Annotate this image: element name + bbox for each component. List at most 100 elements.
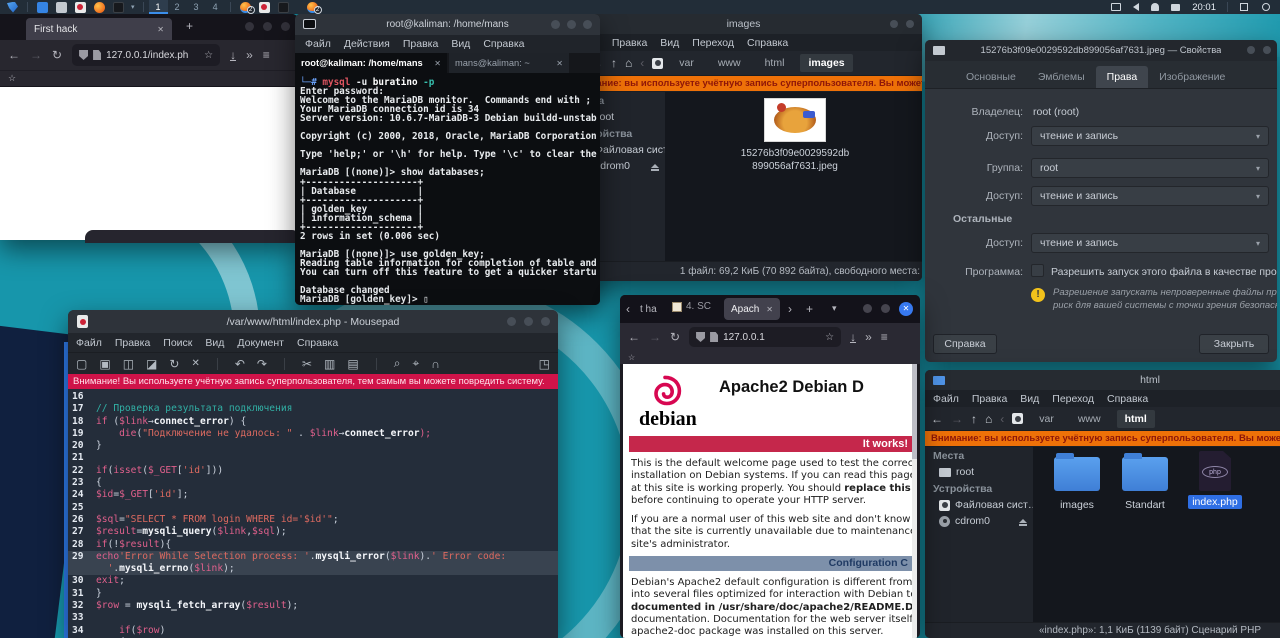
ff1-url-bar[interactable]: 127.0.0.1/index.ph ☆ bbox=[72, 44, 220, 66]
home-icon[interactable]: ⌂ bbox=[625, 56, 632, 70]
overflow-menu-icon[interactable]: » bbox=[246, 48, 253, 62]
close-button[interactable] bbox=[583, 20, 592, 29]
crumb-collapse-icon[interactable]: ‹ bbox=[640, 56, 644, 70]
group-access-dropdown[interactable]: чтение и запись▾ bbox=[1031, 186, 1269, 206]
search-icon[interactable]: ⌕ bbox=[394, 356, 401, 371]
folder-label[interactable]: Standart bbox=[1115, 499, 1175, 511]
tab-list-icon[interactable]: ▾ bbox=[832, 303, 837, 314]
go-to-icon[interactable]: ∩ bbox=[431, 357, 440, 371]
mp-editor[interactable]: 16 17// Проверка результата подключения1… bbox=[68, 389, 558, 638]
folder-item-images[interactable]: images bbox=[1047, 457, 1107, 511]
tab-basic[interactable]: Основные bbox=[955, 66, 1027, 88]
bookmark-icon[interactable]: ☆ bbox=[8, 73, 16, 84]
fm1-title-bar[interactable]: images bbox=[565, 14, 922, 34]
back-icon[interactable]: ← bbox=[931, 412, 943, 426]
breadcrumb-var[interactable]: var bbox=[1031, 410, 1062, 428]
notification-bell-icon[interactable] bbox=[1151, 3, 1159, 11]
close-button[interactable] bbox=[906, 20, 914, 28]
reload-icon[interactable]: ↻ bbox=[169, 357, 179, 371]
eject-icon[interactable] bbox=[651, 164, 659, 168]
terminal-title-bar[interactable]: root@kaliman: /home/mans bbox=[295, 14, 600, 35]
shield-icon[interactable] bbox=[79, 50, 88, 60]
menu-item[interactable]: Справка bbox=[297, 337, 338, 349]
launcher-files-icon[interactable] bbox=[56, 2, 67, 13]
fm1-file-view[interactable]: 15276b3f09e0029592db899056af7631.jpeg bbox=[665, 92, 922, 261]
minimize-button[interactable] bbox=[863, 304, 872, 313]
menu-item[interactable]: Документ bbox=[237, 337, 284, 349]
bookmark-icon[interactable]: ☆ bbox=[628, 353, 635, 362]
menu-item[interactable]: Правка bbox=[403, 38, 438, 50]
menu-item[interactable]: Файл bbox=[305, 38, 331, 50]
back-icon[interactable]: ← bbox=[628, 330, 640, 344]
up-icon[interactable]: ↑ bbox=[971, 412, 977, 426]
taskbar-terminal-icon[interactable] bbox=[278, 2, 289, 13]
close-icon[interactable]: ✕ bbox=[766, 305, 773, 314]
close-dialog-button[interactable]: Закрыть bbox=[1199, 334, 1269, 354]
program-checkbox-label[interactable]: Разрешить запуск этого файла в качестве … bbox=[1051, 266, 1277, 278]
menu-item[interactable]: Переход bbox=[692, 37, 734, 49]
sidebar-item-cdrom[interactable]: cdrom0 bbox=[925, 513, 1033, 529]
taskbar-mousepad-icon[interactable] bbox=[259, 2, 270, 13]
breadcrumb-images[interactable]: images bbox=[800, 54, 852, 72]
forward-icon[interactable]: → bbox=[649, 330, 661, 344]
clock[interactable]: 20:01 bbox=[1192, 2, 1216, 13]
cut-icon[interactable]: ✂ bbox=[302, 357, 312, 371]
tab-image[interactable]: Изображение bbox=[1148, 66, 1236, 88]
breadcrumb-var[interactable]: var bbox=[671, 54, 702, 72]
taskbar-firefox2-icon[interactable]: 2 bbox=[307, 2, 318, 13]
launcher-terminal-icon[interactable] bbox=[113, 2, 124, 13]
maximize-button[interactable] bbox=[524, 317, 533, 326]
app-menu-icon[interactable]: ≡ bbox=[881, 330, 888, 344]
close-icon[interactable]: ✕ bbox=[556, 59, 563, 68]
power-icon[interactable] bbox=[1262, 3, 1270, 11]
new-document-icon[interactable]: ▢ bbox=[76, 357, 87, 371]
package-icon[interactable] bbox=[1240, 3, 1248, 11]
ff2-url[interactable]: 127.0.0.1 bbox=[723, 332, 820, 343]
ff2-page[interactable]: debian Apache2 Debian D It works! This i… bbox=[623, 364, 917, 638]
menu-item[interactable]: Вид bbox=[451, 38, 470, 50]
image-file-name[interactable]: 15276b3f09e0029592db899056af7631.jpeg bbox=[740, 147, 850, 173]
folder-item-standart[interactable]: Standart bbox=[1115, 457, 1175, 511]
sidebar-item-root[interactable]: root bbox=[925, 464, 1033, 480]
close-button[interactable] bbox=[1263, 46, 1271, 54]
file-item-index-php[interactable]: php index.php bbox=[1183, 451, 1247, 510]
terminal-output[interactable]: └─# mysql -u buratino -pEnter password: … bbox=[295, 74, 600, 305]
terminal-tab-inactive[interactable]: mans@kaliman: ~ ✕ bbox=[449, 53, 569, 73]
help-button[interactable]: Справка bbox=[933, 334, 997, 354]
download-icon[interactable]: ↓ bbox=[230, 50, 236, 61]
tab-emblems[interactable]: Эмблемы bbox=[1027, 66, 1096, 88]
mp-title-bar[interactable]: /var/www/html/index.php - Mousepad bbox=[68, 310, 558, 333]
ff2-tab-screenshot[interactable]: 4. SC bbox=[672, 301, 711, 312]
forward-icon[interactable]: → bbox=[951, 412, 963, 426]
props-title-bar[interactable]: 15276b3f09e0029592db899056af7631.jpeg — … bbox=[925, 40, 1277, 61]
crumb-collapse-icon[interactable]: ‹ bbox=[1000, 412, 1004, 426]
menu-item[interactable]: Вид bbox=[1020, 393, 1039, 405]
ff2-tab-partial[interactable]: t ha bbox=[640, 304, 666, 315]
ff1-tab-first-hack[interactable]: First hack ✕ bbox=[26, 18, 172, 40]
menu-item[interactable]: Правка bbox=[612, 37, 647, 49]
menu-item[interactable]: Поиск bbox=[163, 337, 192, 349]
maximize-button[interactable] bbox=[881, 304, 890, 313]
overflow-menu-icon[interactable]: » bbox=[865, 330, 872, 344]
minimize-button[interactable] bbox=[507, 317, 516, 326]
fullscreen-icon[interactable]: ◳ bbox=[539, 357, 550, 371]
group-dropdown[interactable]: root▾ bbox=[1031, 158, 1269, 178]
undo-icon[interactable]: ↶ bbox=[235, 357, 245, 371]
workspace-1[interactable]: 1 bbox=[149, 0, 168, 14]
network-icon[interactable] bbox=[1171, 4, 1180, 11]
ff2-tab-active[interactable]: Apach ✕ bbox=[724, 298, 780, 320]
new-tab-button[interactable]: + bbox=[806, 302, 813, 316]
maximize-button[interactable] bbox=[890, 20, 898, 28]
ff1-url[interactable]: 127.0.0.1/index.ph bbox=[106, 50, 199, 61]
workspace-2[interactable]: 2 bbox=[168, 0, 187, 14]
workspace-4[interactable]: 4 bbox=[206, 0, 225, 14]
ff2-url-bar[interactable]: 127.0.0.1 ☆ bbox=[689, 327, 841, 347]
new-tab-button[interactable]: + bbox=[186, 19, 193, 33]
launcher-window-icon[interactable] bbox=[37, 2, 48, 13]
breadcrumb-html[interactable]: html bbox=[1117, 410, 1155, 428]
close-button[interactable] bbox=[541, 317, 550, 326]
menu-item[interactable]: Правка bbox=[972, 393, 1007, 405]
save-icon[interactable]: ◫ bbox=[123, 357, 134, 371]
maximize-button[interactable] bbox=[567, 20, 576, 29]
menu-item[interactable]: Справка bbox=[1107, 393, 1148, 405]
